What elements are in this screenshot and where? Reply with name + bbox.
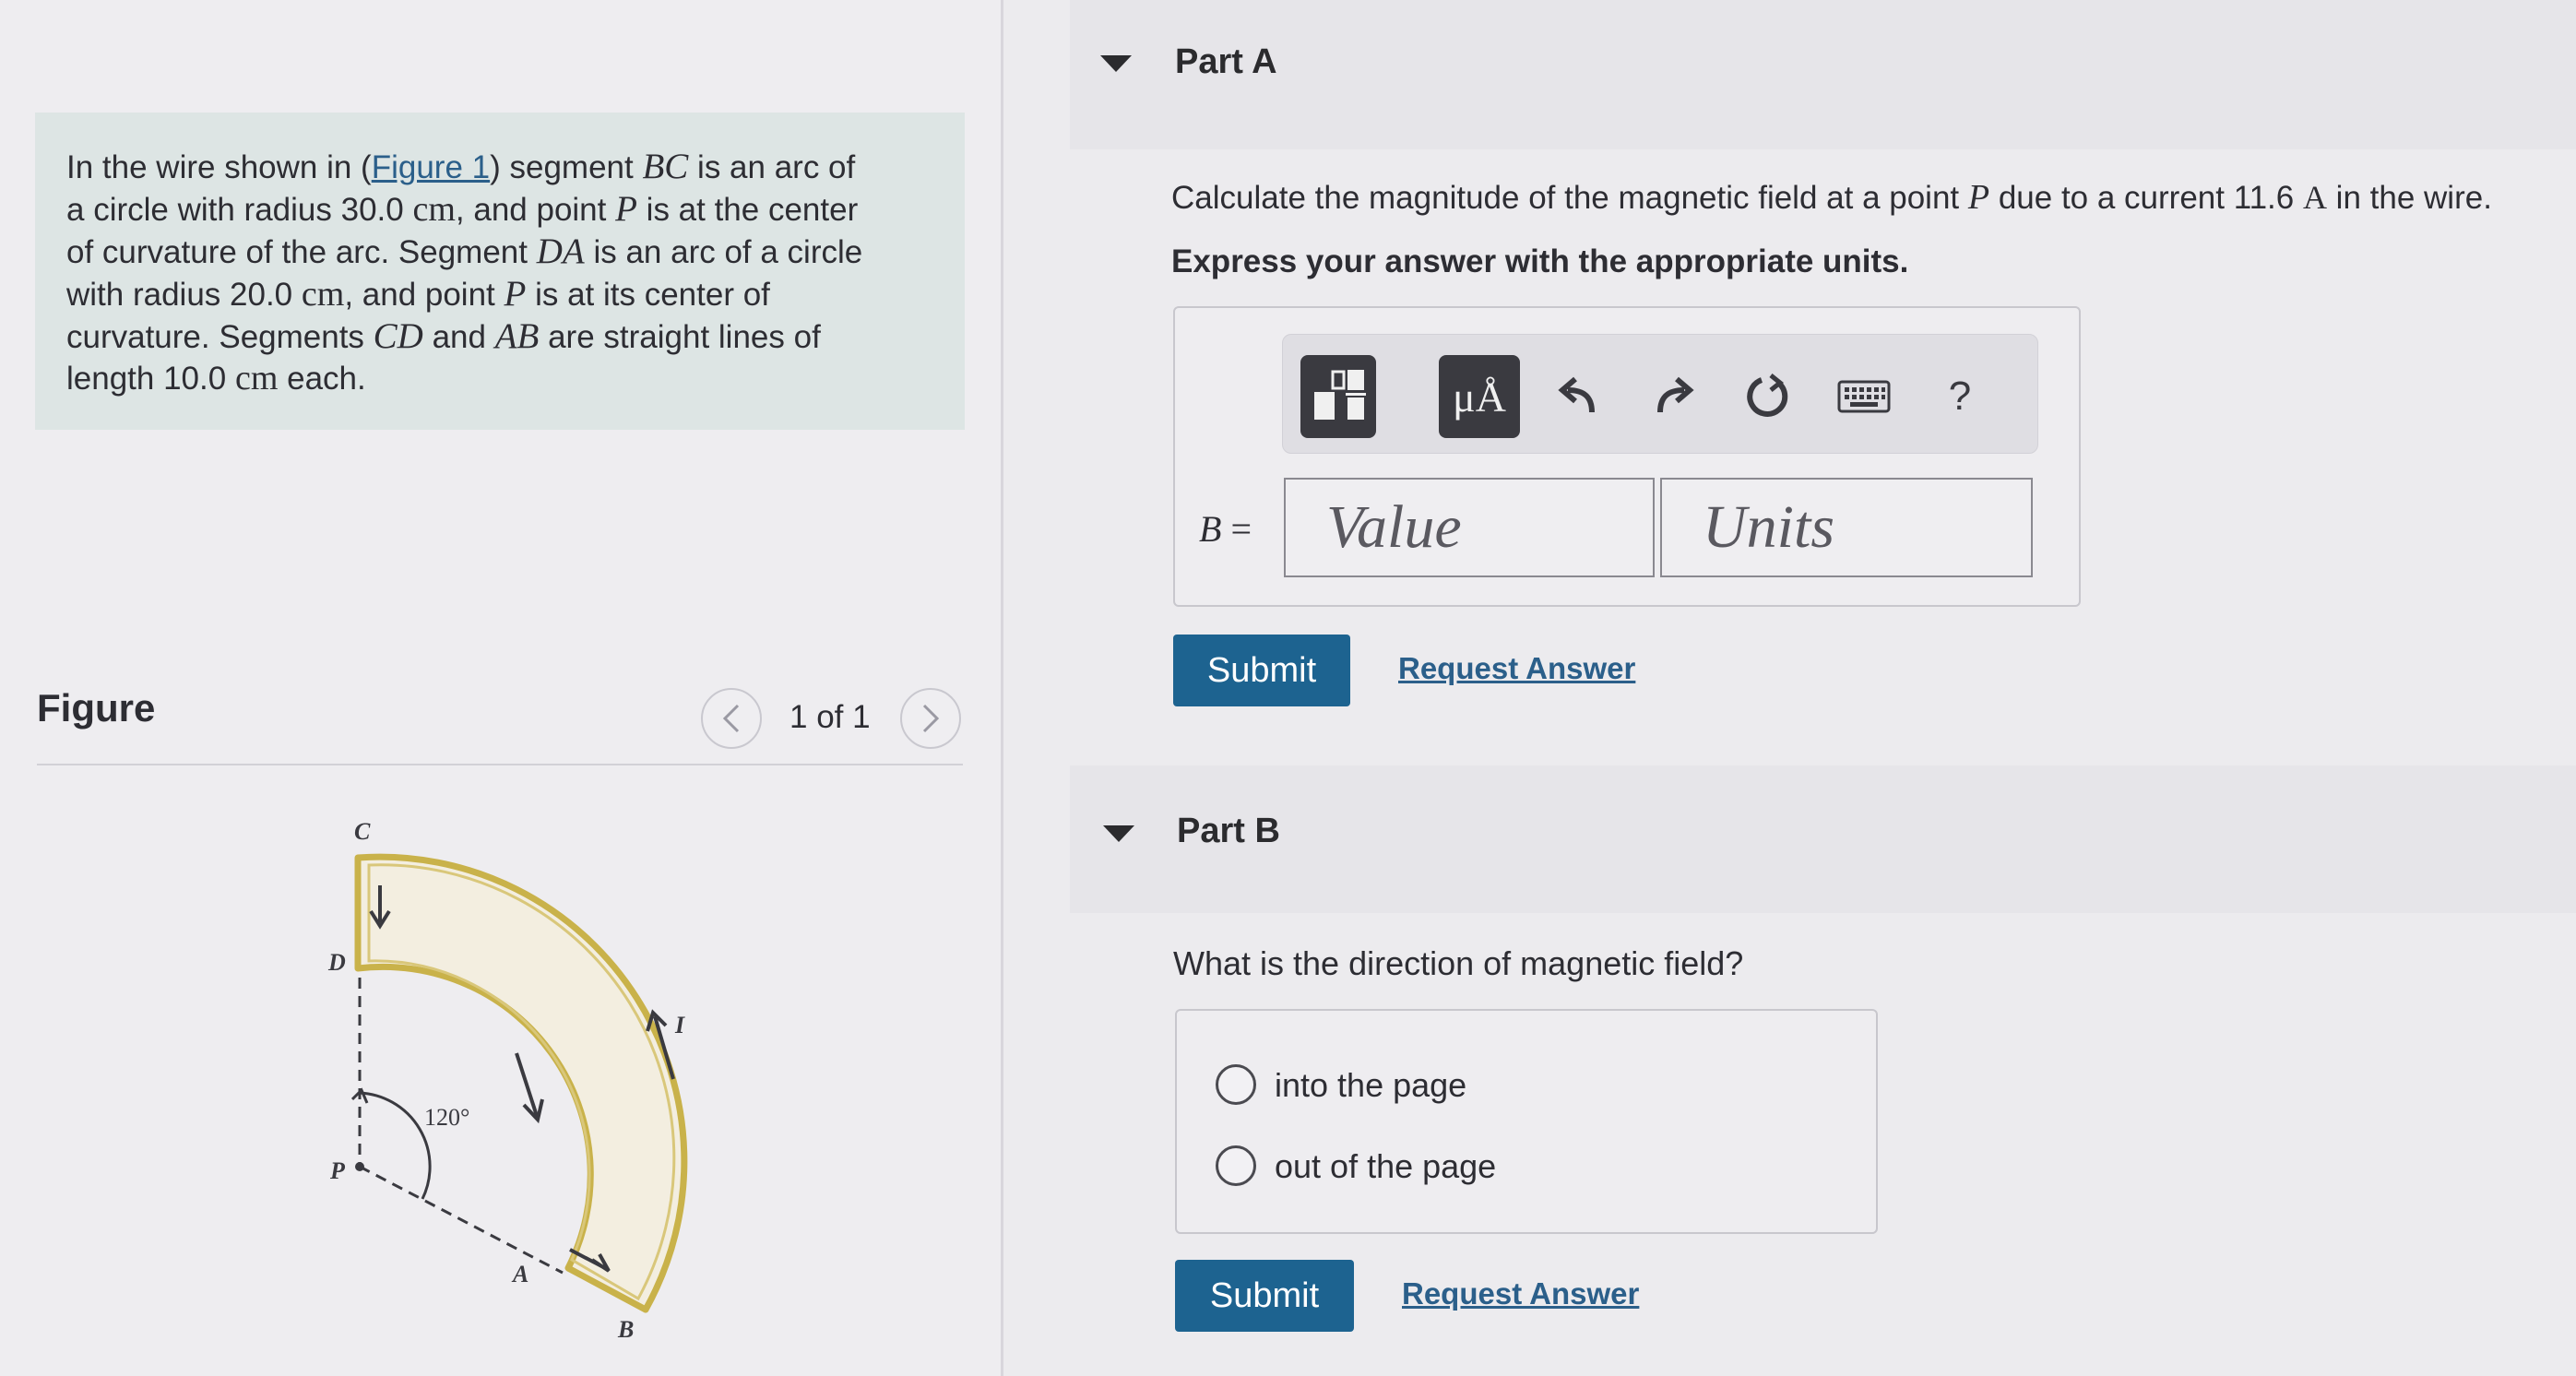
wire-figure: C D P 120° A B I: [327, 818, 688, 1343]
keyboard-button[interactable]: [1832, 364, 1896, 429]
part-a-title: Part A: [1175, 42, 1277, 81]
figure-next-button[interactable]: [900, 688, 961, 749]
current-arrow-inner-arc: [515, 1052, 544, 1124]
options-box: [1175, 1009, 1878, 1234]
part-a-submit-button[interactable]: Submit: [1173, 635, 1350, 706]
part-a-instruction: Express your answer with the appropriate…: [1171, 243, 1909, 279]
wire-outline: [354, 853, 688, 1313]
part-b-collapse-icon[interactable]: [1103, 825, 1134, 842]
figure-title: Figure: [37, 686, 156, 730]
part-b-question: What is the direction of magnetic field?: [1173, 944, 1744, 982]
chevron-left-icon: [722, 704, 740, 733]
answer-variable-label: B =: [1199, 508, 1252, 550]
label-b: B: [617, 1316, 634, 1343]
figure-link[interactable]: Figure 1: [372, 149, 490, 185]
pane-divider[interactable]: [1001, 0, 1003, 1376]
help-button[interactable]: ?: [1928, 364, 1992, 429]
option-label-into-page[interactable]: into the page: [1275, 1066, 1466, 1105]
reset-icon: [1747, 374, 1788, 417]
units-button[interactable]: μÅ: [1439, 355, 1520, 438]
reset-button[interactable]: [1736, 364, 1800, 429]
radio-out-of-page[interactable]: [1216, 1145, 1256, 1186]
label-p: P: [329, 1157, 346, 1184]
label-c: C: [354, 818, 371, 845]
figure-page-count: 1 of 1: [789, 699, 871, 735]
option-label-out-of-page[interactable]: out of the page: [1275, 1147, 1496, 1186]
redo-icon: [1657, 376, 1694, 413]
label-d: D: [327, 949, 346, 976]
part-a-question: Calculate the magnitude of the magnetic …: [1171, 178, 2492, 217]
undo-button[interactable]: [1546, 364, 1610, 429]
figure-divider: [37, 764, 963, 765]
label-i: I: [674, 1012, 685, 1038]
part-b-submit-button[interactable]: Submit: [1175, 1260, 1354, 1332]
part-b-request-answer-link[interactable]: Request Answer: [1402, 1276, 1639, 1311]
undo-icon: [1558, 376, 1595, 413]
part-a-request-answer-link[interactable]: Request Answer: [1398, 651, 1635, 686]
value-input[interactable]: Value: [1284, 478, 1655, 577]
templates-icon: [1314, 370, 1366, 420]
label-angle: 120°: [424, 1104, 469, 1131]
chevron-right-icon: [922, 704, 940, 733]
part-a-header[interactable]: [1070, 0, 2576, 149]
point-p-dot: [355, 1162, 364, 1171]
radius-line-diagonal: [359, 1165, 564, 1275]
part-a-collapse-icon[interactable]: [1100, 55, 1132, 72]
part-b-title: Part B: [1177, 812, 1280, 850]
redo-button[interactable]: [1642, 364, 1706, 429]
part-b-header[interactable]: [1070, 765, 2576, 913]
figure-prev-button[interactable]: [701, 688, 762, 749]
keyboard-icon: [1837, 380, 1891, 413]
radio-into-page[interactable]: [1216, 1064, 1256, 1105]
angle-arc: [359, 1091, 432, 1200]
units-input[interactable]: Units: [1660, 478, 2033, 577]
templates-button[interactable]: [1300, 355, 1376, 438]
problem-statement: In the wire shown in (Figure 1) segment …: [66, 147, 863, 397]
label-a: A: [511, 1261, 528, 1287]
